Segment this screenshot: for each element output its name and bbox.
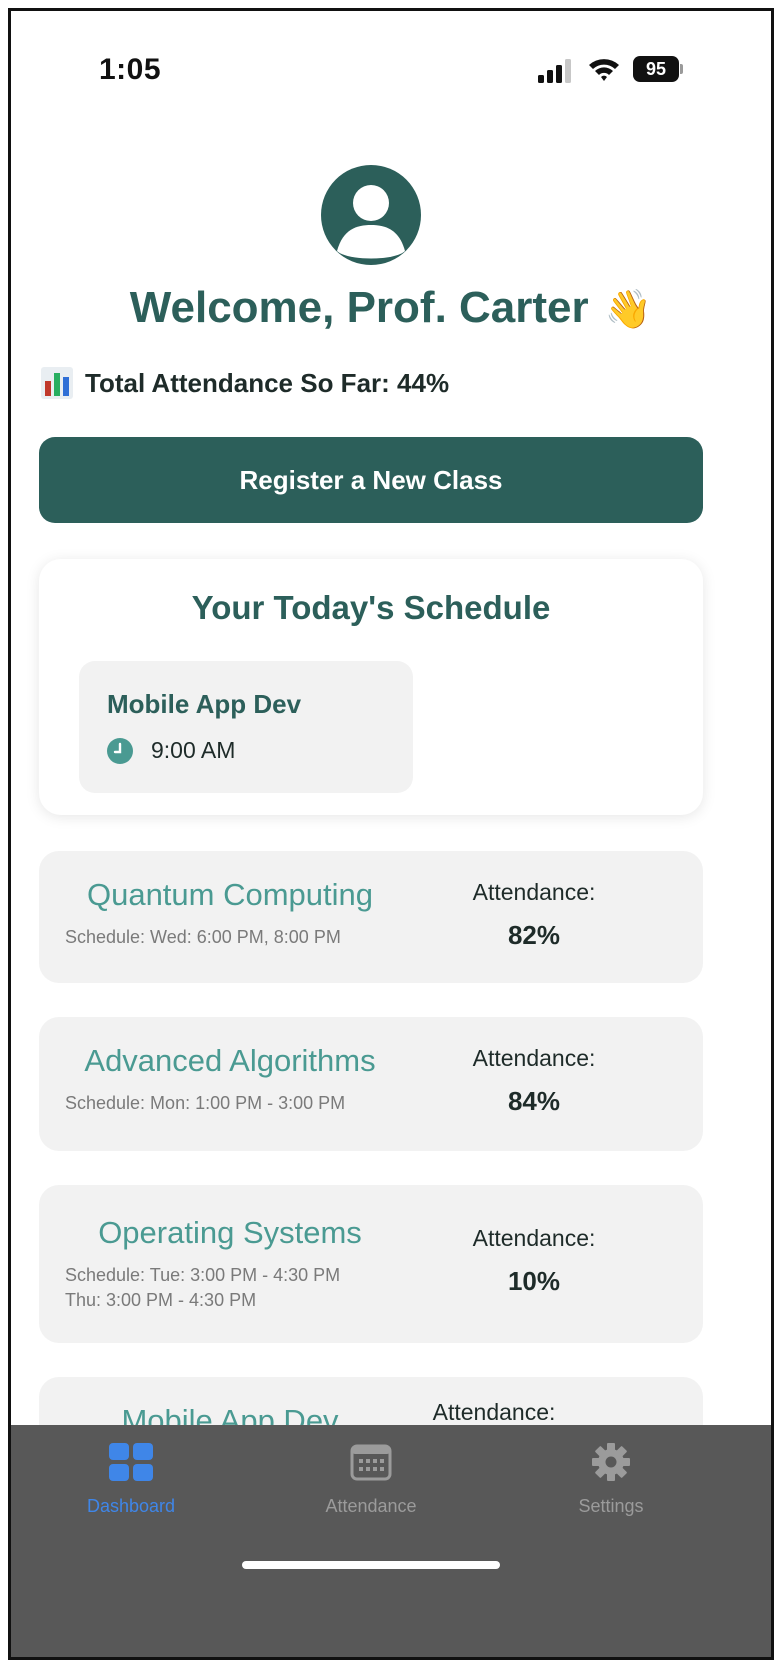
attendance-value: 10% bbox=[507, 1266, 561, 1296]
tab-attendance[interactable]: Attendance bbox=[291, 1443, 451, 1517]
schedule-item-time-text: 9:00 AM bbox=[151, 737, 236, 763]
class-schedule-line: Schedule: Mon: 1:00 PM - 3:00 PM bbox=[65, 1093, 346, 1113]
class-card-quantum-computing[interactable]: Quantum Computing Schedule: Wed: 6:00 PM… bbox=[39, 851, 703, 983]
class-schedule: Schedule: Tue: 3:00 PM - 4:30 PM Thu: 3:… bbox=[65, 1263, 395, 1313]
class-schedule: Schedule: Mon: 1:00 PM - 3:00 PM bbox=[65, 1091, 395, 1116]
waving-hand-icon: 👋 bbox=[604, 289, 653, 331]
tab-bar: Dashboard Attendance Settings bbox=[11, 1425, 771, 1657]
today-schedule-card: Your Today's Schedule Mobile App Dev 9:0… bbox=[39, 559, 703, 815]
register-class-button[interactable]: Register a New Class bbox=[39, 437, 703, 523]
calendar-icon bbox=[350, 1444, 392, 1481]
phone-screen: 1:05 95 Welcome, Prof. Carter 👋 Total At… bbox=[8, 8, 774, 1660]
class-card-advanced-algorithms[interactable]: Advanced Algorithms Schedule: Mon: 1:00 … bbox=[39, 1017, 703, 1151]
battery-level: 95 bbox=[633, 56, 679, 82]
schedule-item-time: 9:00 AM bbox=[107, 737, 235, 764]
class-card-operating-systems[interactable]: Operating Systems Schedule: Tue: 3:00 PM… bbox=[39, 1185, 703, 1343]
attendance-label: Attendance: bbox=[472, 1045, 596, 1071]
tab-settings[interactable]: Settings bbox=[531, 1443, 691, 1517]
attendance-label: Attendance: bbox=[472, 879, 596, 905]
bar-chart-icon bbox=[41, 367, 73, 399]
tab-label: Dashboard bbox=[86, 1496, 176, 1516]
class-schedule-line: Thu: 3:00 PM - 4:30 PM bbox=[65, 1290, 257, 1310]
status-bar: 1:05 95 bbox=[11, 11, 771, 131]
tab-label: Settings bbox=[578, 1496, 644, 1516]
schedule-item-name: Mobile App Dev bbox=[107, 689, 302, 719]
welcome-heading: Welcome, Prof. Carter 👋 bbox=[11, 283, 771, 333]
attendance-label: Attendance: bbox=[432, 1399, 556, 1425]
status-time: 1:05 bbox=[99, 53, 162, 86]
gear-icon bbox=[592, 1443, 630, 1481]
class-name: Operating Systems bbox=[98, 1215, 362, 1250]
screen: 1:05 95 Welcome, Prof. Carter 👋 Total At… bbox=[0, 0, 782, 1668]
total-attendance: Total Attendance So Far: 44% bbox=[41, 367, 449, 399]
class-schedule-line: Schedule: Tue: 3:00 PM - 4:30 PM bbox=[65, 1265, 341, 1285]
clock-icon bbox=[107, 737, 133, 764]
person-icon bbox=[337, 185, 405, 259]
total-attendance-text: Total Attendance So Far: 44% bbox=[85, 367, 450, 398]
wifi-icon bbox=[589, 59, 619, 81]
schedule-item[interactable]: Mobile App Dev 9:00 AM bbox=[79, 661, 413, 793]
attendance-label: Attendance: bbox=[472, 1225, 596, 1251]
home-indicator[interactable] bbox=[242, 1561, 500, 1569]
class-schedule-line: Schedule: Wed: 6:00 PM, 8:00 PM bbox=[65, 927, 341, 947]
welcome-text: Welcome, Prof. Carter bbox=[129, 283, 589, 332]
class-schedule: Schedule: Wed: 6:00 PM, 8:00 PM bbox=[65, 925, 395, 950]
tab-label: Attendance bbox=[325, 1496, 417, 1516]
attendance-value: 84% bbox=[507, 1086, 561, 1116]
class-name: Advanced Algorithms bbox=[84, 1043, 376, 1078]
profile-avatar-icon[interactable] bbox=[321, 165, 421, 265]
tab-dashboard[interactable]: Dashboard bbox=[51, 1443, 211, 1517]
class-name: Quantum Computing bbox=[86, 877, 374, 912]
schedule-title: Your Today's Schedule bbox=[191, 589, 551, 626]
attendance-value: 82% bbox=[507, 920, 561, 950]
cellular-signal-icon bbox=[538, 59, 571, 83]
dashboard-grid-icon bbox=[109, 1443, 153, 1481]
battery-icon: 95 bbox=[633, 56, 683, 82]
